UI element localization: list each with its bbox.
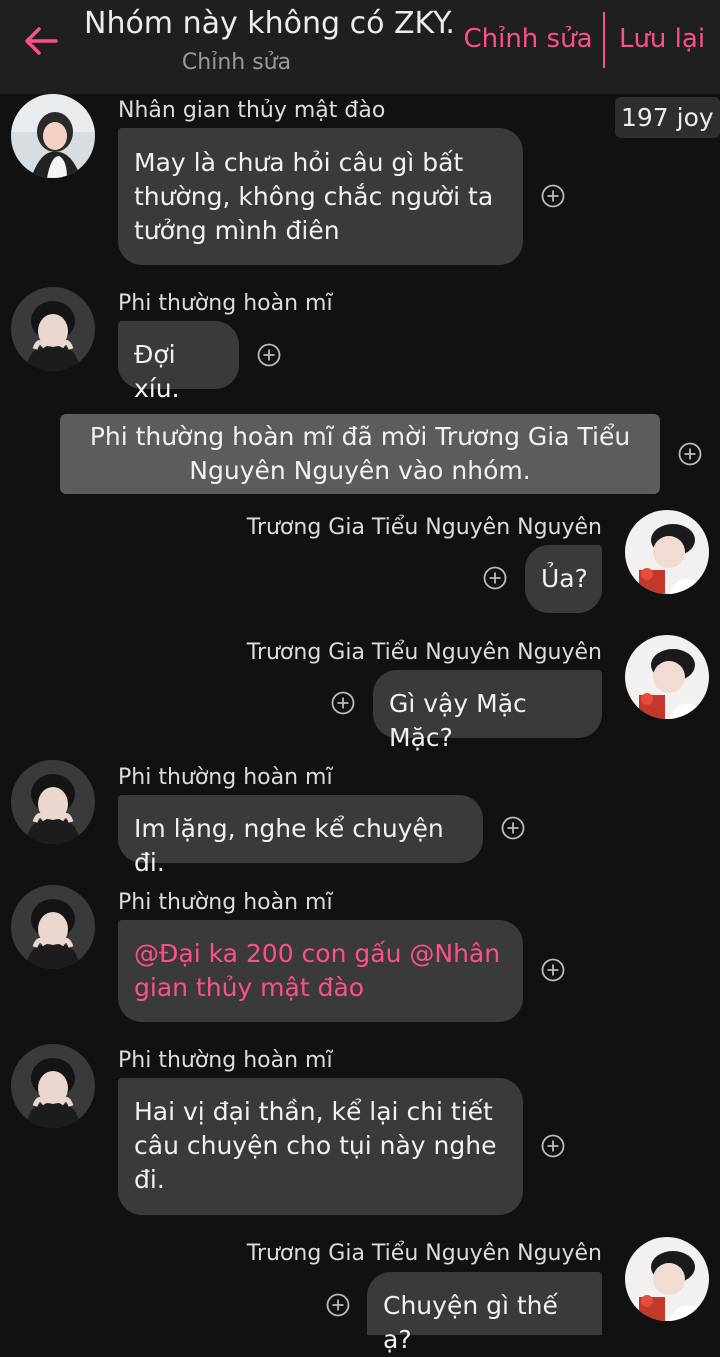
top-bar: Nhóm này không có ZKY... Chỉnh sửa Chỉnh… bbox=[0, 0, 720, 94]
sender-name: Nhân gian thủy mật đào bbox=[118, 98, 386, 123]
message-bubble[interactable]: Đợi xíu. bbox=[118, 321, 239, 403]
add-reaction-icon[interactable] bbox=[326, 1293, 350, 1317]
message-bubble[interactable]: Chuyện gì thế ạ? bbox=[367, 1272, 602, 1354]
add-reaction-icon[interactable] bbox=[678, 442, 702, 466]
avatar[interactable] bbox=[625, 510, 709, 594]
sender-name: Phi thường hoàn mĩ bbox=[118, 1048, 333, 1073]
chat-title: Nhóm này không có ZKY... bbox=[84, 6, 454, 41]
sender-name: Phi thường hoàn mĩ bbox=[118, 291, 333, 316]
sender-name: Trương Gia Tiểu Nguyên Nguyên bbox=[246, 640, 602, 665]
message-bubble-mention[interactable]: @Đại ka 200 con gấu @Nhân gian thủy mật … bbox=[118, 920, 523, 1022]
add-reaction-icon[interactable] bbox=[483, 566, 507, 590]
avatar[interactable] bbox=[11, 760, 95, 844]
message-bubble[interactable]: Im lặng, nghe kể chuyện đi. bbox=[118, 795, 483, 877]
back-button[interactable] bbox=[18, 18, 64, 64]
sender-name: Phi thường hoàn mĩ bbox=[118, 765, 333, 790]
message-bubble[interactable]: Hai vị đại thần, kể lại chi tiết câu chu… bbox=[118, 1078, 523, 1215]
message-bubble[interactable]: Gì vậy Mặc Mặc? bbox=[373, 670, 602, 752]
system-message: Phi thường hoàn mĩ đã mời Trương Gia Tiể… bbox=[60, 414, 660, 494]
add-reaction-icon[interactable] bbox=[541, 958, 565, 982]
avatar[interactable] bbox=[11, 94, 95, 178]
save-button[interactable]: Lưu lại bbox=[612, 24, 712, 54]
add-reaction-icon[interactable] bbox=[541, 1134, 565, 1158]
arrow-left-icon bbox=[25, 27, 58, 55]
message-bubble[interactable]: May là chưa hỏi câu gì bất thường, không… bbox=[118, 128, 523, 265]
sender-name: Phi thường hoàn mĩ bbox=[118, 890, 333, 915]
joy-badge: 197 joy bbox=[615, 97, 720, 138]
add-reaction-icon[interactable] bbox=[541, 184, 565, 208]
avatar[interactable] bbox=[11, 885, 95, 969]
add-reaction-icon[interactable] bbox=[257, 343, 281, 367]
sender-name: Trương Gia Tiểu Nguyên Nguyên bbox=[246, 1241, 602, 1266]
header-divider bbox=[603, 12, 605, 68]
chat-subtitle[interactable]: Chỉnh sửa bbox=[84, 50, 389, 75]
add-reaction-icon[interactable] bbox=[501, 816, 525, 840]
avatar[interactable] bbox=[625, 1237, 709, 1321]
avatar[interactable] bbox=[11, 287, 95, 371]
sender-name: Trương Gia Tiểu Nguyên Nguyên bbox=[246, 515, 602, 540]
message-bubble[interactable]: Ủa? bbox=[525, 545, 602, 613]
avatar[interactable] bbox=[625, 635, 709, 719]
avatar[interactable] bbox=[11, 1044, 95, 1128]
edit-button[interactable]: Chỉnh sửa bbox=[458, 24, 598, 54]
add-reaction-icon[interactable] bbox=[331, 691, 355, 715]
